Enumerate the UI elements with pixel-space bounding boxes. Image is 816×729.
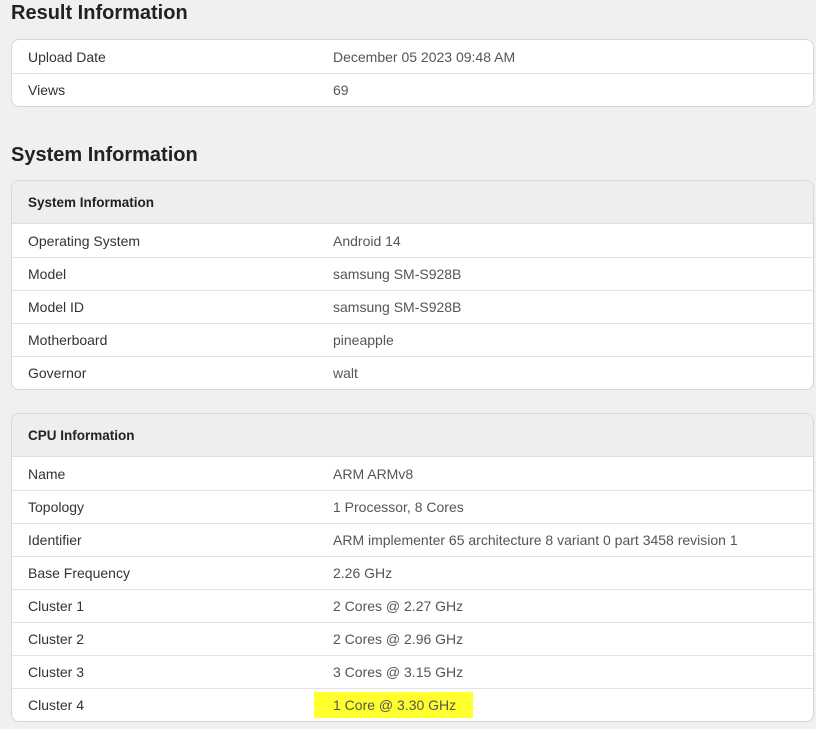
row-value: December 05 2023 09:48 AM	[333, 48, 516, 65]
row-label: Cluster 2	[28, 631, 85, 647]
row-value: 2 Cores @ 2.27 GHz	[333, 598, 464, 614]
table-row-views: Views 69	[12, 73, 813, 106]
table-row-motherboard: Motherboard pineapple	[12, 323, 813, 356]
card-header: System Information	[12, 181, 813, 224]
row-label: Governor	[28, 365, 87, 381]
row-label: Name	[28, 465, 66, 482]
row-label: Cluster 4	[28, 697, 85, 713]
row-value: ARM implementer 65 architecture 8 varian…	[333, 532, 738, 548]
row-label: Model ID	[28, 299, 85, 315]
row-value: pineapple	[333, 332, 394, 348]
page: Result Information Upload Date December …	[0, 0, 816, 729]
row-value: samsung SM-S928B	[333, 299, 462, 315]
row-label: Base Frequency	[28, 565, 130, 581]
table-row-operating-system: Operating System Android 14	[12, 224, 813, 257]
row-value: ARM ARMv8	[333, 465, 414, 482]
row-value: 3 Cores @ 3.15 GHz	[333, 664, 464, 680]
table-row-base-frequency: Base Frequency 2.26 GHz	[12, 556, 813, 589]
row-value: Android 14	[333, 232, 401, 249]
table-row-name: Name ARM ARMv8	[12, 457, 813, 490]
table-row-topology: Topology 1 Processor, 8 Cores	[12, 490, 813, 523]
row-label: Topology	[28, 499, 85, 515]
table-row-governor: Governor walt	[12, 356, 813, 389]
table-row-upload-date: Upload Date December 05 2023 09:48 AM	[12, 40, 813, 73]
row-label: Views	[28, 82, 66, 98]
table-row-model: Model samsung SM-S928B	[12, 257, 813, 290]
row-value: 69	[333, 82, 349, 98]
system-information-card: System Information Operating System Andr…	[11, 180, 814, 390]
row-value: 1 Processor, 8 Cores	[333, 499, 464, 515]
table-row-cluster-2: Cluster 2 2 Cores @ 2.96 GHz	[12, 622, 813, 655]
row-label: Identifier	[28, 532, 82, 548]
row-label: Cluster 1	[28, 598, 85, 614]
row-label: Cluster 3	[28, 664, 85, 680]
row-label: Operating System	[28, 232, 141, 249]
row-label: Model	[28, 266, 67, 282]
table-row-cluster-3: Cluster 3 3 Cores @ 3.15 GHz	[12, 655, 813, 688]
highlighted-row-value: 1 Core @ 3.30 GHz	[314, 692, 474, 718]
table-row-identifier: Identifier ARM implementer 65 architectu…	[12, 523, 813, 556]
result-information-heading: Result Information	[11, 2, 188, 24]
table-row-model-id: Model ID samsung SM-S928B	[12, 290, 813, 323]
card-header: CPU Information	[12, 414, 813, 457]
cpu-information-card: CPU Information Name ARM ARMv8 Topology …	[11, 413, 814, 722]
result-information-card: Upload Date December 05 2023 09:48 AM Vi…	[11, 39, 814, 107]
row-value: walt	[333, 365, 358, 381]
system-information-heading: System Information	[11, 144, 198, 166]
row-label: Motherboard	[28, 332, 108, 348]
table-row-cluster-4: Cluster 4 1 Core @ 3.30 GHz	[12, 688, 813, 721]
row-value: 2 Cores @ 2.96 GHz	[333, 631, 464, 647]
row-value: samsung SM-S928B	[333, 266, 462, 282]
table-row-cluster-1: Cluster 1 2 Cores @ 2.27 GHz	[12, 589, 813, 622]
row-value: 2.26 GHz	[333, 565, 393, 581]
row-label: Upload Date	[28, 48, 106, 65]
